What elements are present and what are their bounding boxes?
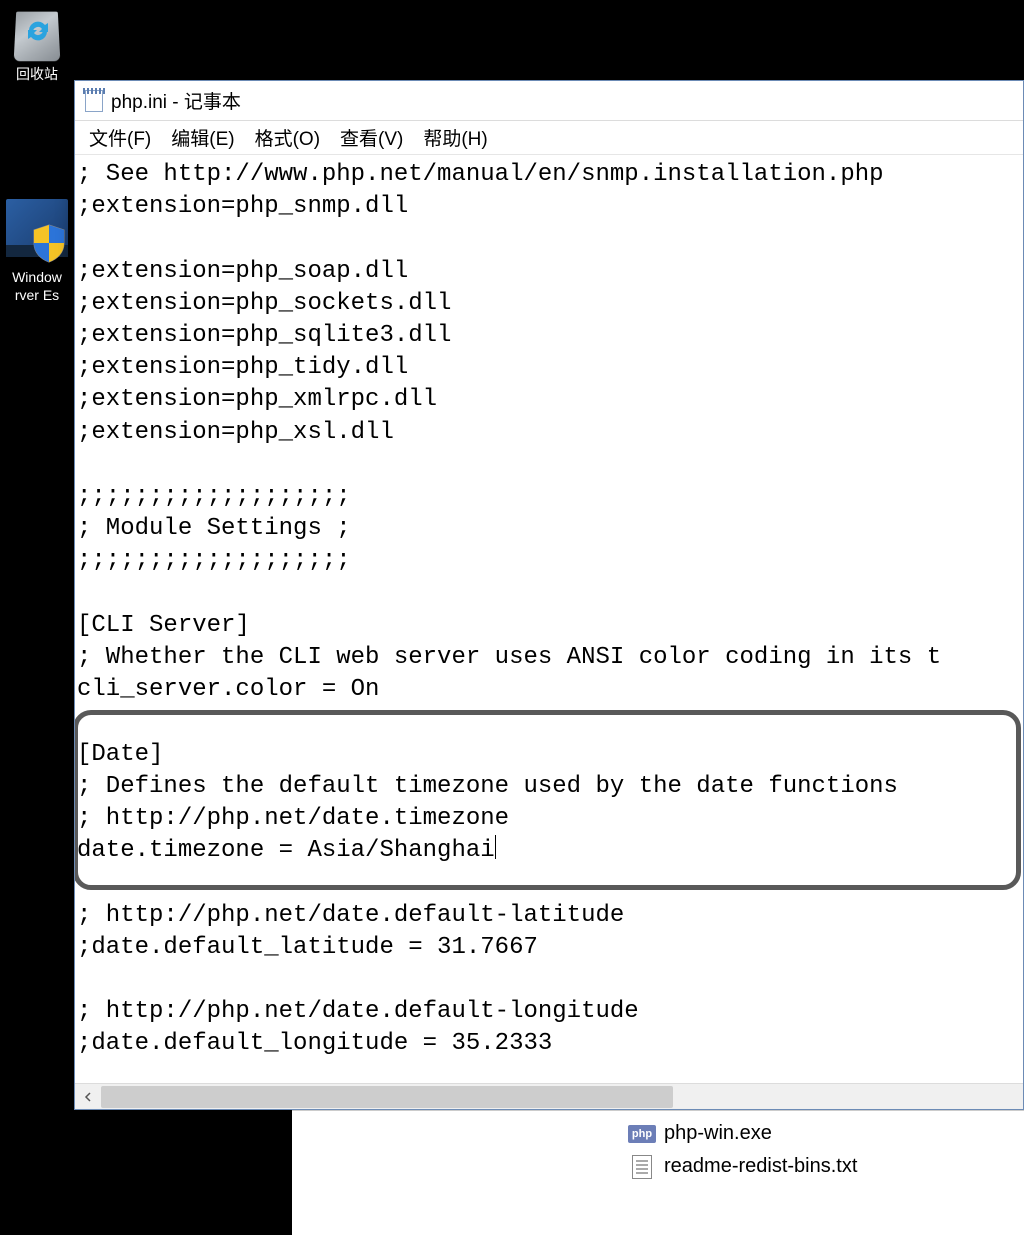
editor-wrap: ; See http://www.php.net/manual/en/snmp.… xyxy=(75,155,1023,1109)
recycle-bin-label: 回收站 xyxy=(0,66,74,84)
explorer-file-list: php php-win.exe readme-redist-bins.txt xyxy=(292,1110,1024,1235)
server-icon-label: Window rver Es xyxy=(0,269,74,304)
scrollbar-thumb[interactable] xyxy=(101,1086,673,1108)
menu-help[interactable]: 帮助(H) xyxy=(413,122,497,153)
menu-file[interactable]: 文件(F) xyxy=(79,122,161,153)
desktop-icon-server[interactable]: Window rver Es xyxy=(0,195,74,304)
horizontal-scrollbar[interactable] xyxy=(75,1083,1023,1109)
file-name: php-win.exe xyxy=(664,1122,772,1145)
list-item[interactable]: php php-win.exe xyxy=(628,1117,1014,1150)
server-manager-icon xyxy=(4,197,70,263)
notepad-icon xyxy=(83,88,105,114)
scroll-left-arrow-icon[interactable] xyxy=(75,1084,101,1109)
recycle-bin-icon xyxy=(9,2,65,62)
menu-edit[interactable]: 编辑(E) xyxy=(161,122,244,153)
file-name: readme-redist-bins.txt xyxy=(664,1155,857,1178)
notepad-window: php.ini - 记事本 文件(F) 编辑(E) 格式(O) 查看(V) 帮助… xyxy=(74,80,1024,1110)
desktop-icon-recycle-bin[interactable]: 回收站 xyxy=(0,2,74,84)
desktop: 回收站 Window rver Es xyxy=(0,0,1024,1235)
scrollbar-track[interactable] xyxy=(101,1084,1023,1109)
text-file-icon xyxy=(628,1155,656,1179)
menu-format[interactable]: 格式(O) xyxy=(245,122,330,153)
menu-view[interactable]: 查看(V) xyxy=(330,122,413,153)
titlebar[interactable]: php.ini - 记事本 xyxy=(75,81,1023,121)
text-editor[interactable]: ; See http://www.php.net/manual/en/snmp.… xyxy=(75,155,1023,1083)
php-exe-icon: php xyxy=(628,1122,656,1146)
menubar: 文件(F) 编辑(E) 格式(O) 查看(V) 帮助(H) xyxy=(75,121,1023,155)
list-item[interactable]: readme-redist-bins.txt xyxy=(628,1150,1014,1183)
window-title: php.ini - 记事本 xyxy=(111,87,241,114)
text-caret xyxy=(495,835,496,859)
